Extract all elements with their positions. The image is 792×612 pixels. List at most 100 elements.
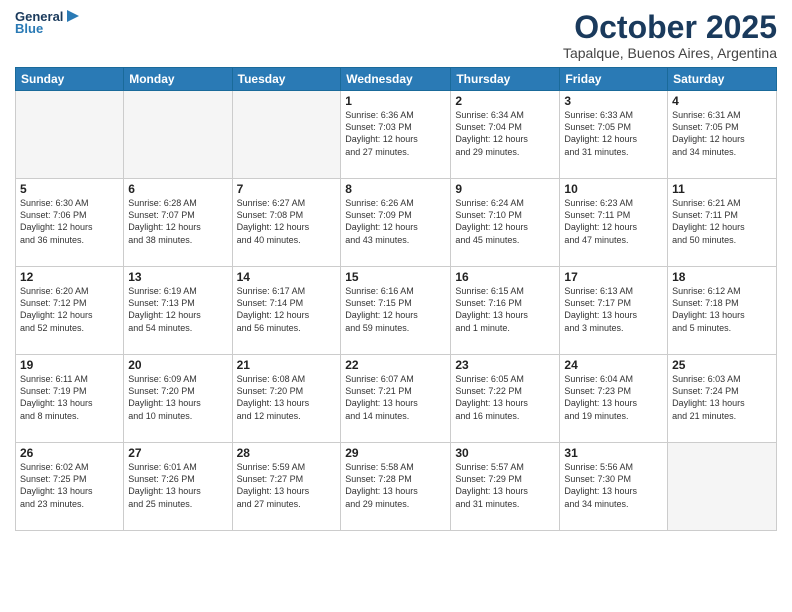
page: General Blue October 2025 Tapalque, Buen…: [0, 0, 792, 612]
cell-w0-d1: [124, 91, 232, 179]
calendar: Sunday Monday Tuesday Wednesday Thursday…: [15, 67, 777, 531]
day-detail: Sunrise: 6:13 AM Sunset: 7:17 PM Dayligh…: [564, 285, 663, 334]
day-number: 8: [345, 182, 446, 196]
day-detail: Sunrise: 6:19 AM Sunset: 7:13 PM Dayligh…: [128, 285, 227, 334]
day-number: 14: [237, 270, 337, 284]
day-number: 3: [564, 94, 663, 108]
day-number: 6: [128, 182, 227, 196]
day-number: 13: [128, 270, 227, 284]
col-saturday: Saturday: [668, 68, 777, 91]
day-detail: Sunrise: 6:12 AM Sunset: 7:18 PM Dayligh…: [672, 285, 772, 334]
cell-w0-d6: 4Sunrise: 6:31 AM Sunset: 7:05 PM Daylig…: [668, 91, 777, 179]
day-detail: Sunrise: 6:09 AM Sunset: 7:20 PM Dayligh…: [128, 373, 227, 422]
cell-w1-d3: 8Sunrise: 6:26 AM Sunset: 7:09 PM Daylig…: [341, 179, 451, 267]
day-number: 4: [672, 94, 772, 108]
cell-w3-d2: 21Sunrise: 6:08 AM Sunset: 7:20 PM Dayli…: [232, 355, 341, 443]
day-detail: Sunrise: 6:26 AM Sunset: 7:09 PM Dayligh…: [345, 197, 446, 246]
day-detail: Sunrise: 6:23 AM Sunset: 7:11 PM Dayligh…: [564, 197, 663, 246]
cell-w3-d4: 23Sunrise: 6:05 AM Sunset: 7:22 PM Dayli…: [451, 355, 560, 443]
day-number: 21: [237, 358, 337, 372]
day-number: 29: [345, 446, 446, 460]
cell-w2-d3: 15Sunrise: 6:16 AM Sunset: 7:15 PM Dayli…: [341, 267, 451, 355]
location: Tapalque, Buenos Aires, Argentina: [563, 45, 777, 61]
week-row-4: 26Sunrise: 6:02 AM Sunset: 7:25 PM Dayli…: [16, 443, 777, 531]
day-detail: Sunrise: 6:34 AM Sunset: 7:04 PM Dayligh…: [455, 109, 555, 158]
day-detail: Sunrise: 6:02 AM Sunset: 7:25 PM Dayligh…: [20, 461, 119, 510]
cell-w3-d1: 20Sunrise: 6:09 AM Sunset: 7:20 PM Dayli…: [124, 355, 232, 443]
day-number: 19: [20, 358, 119, 372]
week-row-1: 5Sunrise: 6:30 AM Sunset: 7:06 PM Daylig…: [16, 179, 777, 267]
day-detail: Sunrise: 5:57 AM Sunset: 7:29 PM Dayligh…: [455, 461, 555, 510]
cell-w0-d0: [16, 91, 124, 179]
day-number: 28: [237, 446, 337, 460]
cell-w2-d2: 14Sunrise: 6:17 AM Sunset: 7:14 PM Dayli…: [232, 267, 341, 355]
day-number: 20: [128, 358, 227, 372]
day-detail: Sunrise: 5:56 AM Sunset: 7:30 PM Dayligh…: [564, 461, 663, 510]
day-number: 18: [672, 270, 772, 284]
col-friday: Friday: [560, 68, 668, 91]
cell-w2-d0: 12Sunrise: 6:20 AM Sunset: 7:12 PM Dayli…: [16, 267, 124, 355]
cell-w2-d6: 18Sunrise: 6:12 AM Sunset: 7:18 PM Dayli…: [668, 267, 777, 355]
cell-w1-d4: 9Sunrise: 6:24 AM Sunset: 7:10 PM Daylig…: [451, 179, 560, 267]
cell-w3-d5: 24Sunrise: 6:04 AM Sunset: 7:23 PM Dayli…: [560, 355, 668, 443]
day-number: 16: [455, 270, 555, 284]
cell-w4-d3: 29Sunrise: 5:58 AM Sunset: 7:28 PM Dayli…: [341, 443, 451, 531]
day-detail: Sunrise: 6:33 AM Sunset: 7:05 PM Dayligh…: [564, 109, 663, 158]
cell-w1-d5: 10Sunrise: 6:23 AM Sunset: 7:11 PM Dayli…: [560, 179, 668, 267]
cell-w0-d3: 1Sunrise: 6:36 AM Sunset: 7:03 PM Daylig…: [341, 91, 451, 179]
cell-w0-d5: 3Sunrise: 6:33 AM Sunset: 7:05 PM Daylig…: [560, 91, 668, 179]
day-detail: Sunrise: 6:24 AM Sunset: 7:10 PM Dayligh…: [455, 197, 555, 246]
day-detail: Sunrise: 5:59 AM Sunset: 7:27 PM Dayligh…: [237, 461, 337, 510]
day-number: 25: [672, 358, 772, 372]
day-number: 23: [455, 358, 555, 372]
cell-w3-d3: 22Sunrise: 6:07 AM Sunset: 7:21 PM Dayli…: [341, 355, 451, 443]
day-number: 2: [455, 94, 555, 108]
col-monday: Monday: [124, 68, 232, 91]
day-number: 17: [564, 270, 663, 284]
day-detail: Sunrise: 6:01 AM Sunset: 7:26 PM Dayligh…: [128, 461, 227, 510]
day-number: 27: [128, 446, 227, 460]
col-wednesday: Wednesday: [341, 68, 451, 91]
title-area: October 2025 Tapalque, Buenos Aires, Arg…: [563, 10, 777, 61]
cell-w0-d4: 2Sunrise: 6:34 AM Sunset: 7:04 PM Daylig…: [451, 91, 560, 179]
calendar-body: 1Sunrise: 6:36 AM Sunset: 7:03 PM Daylig…: [16, 91, 777, 531]
cell-w4-d6: [668, 443, 777, 531]
day-detail: Sunrise: 6:20 AM Sunset: 7:12 PM Dayligh…: [20, 285, 119, 334]
day-detail: Sunrise: 5:58 AM Sunset: 7:28 PM Dayligh…: [345, 461, 446, 510]
day-detail: Sunrise: 6:04 AM Sunset: 7:23 PM Dayligh…: [564, 373, 663, 422]
cell-w2-d5: 17Sunrise: 6:13 AM Sunset: 7:17 PM Dayli…: [560, 267, 668, 355]
col-tuesday: Tuesday: [232, 68, 341, 91]
day-detail: Sunrise: 6:08 AM Sunset: 7:20 PM Dayligh…: [237, 373, 337, 422]
day-number: 30: [455, 446, 555, 460]
cell-w1-d2: 7Sunrise: 6:27 AM Sunset: 7:08 PM Daylig…: [232, 179, 341, 267]
day-detail: Sunrise: 6:31 AM Sunset: 7:05 PM Dayligh…: [672, 109, 772, 158]
header: General Blue October 2025 Tapalque, Buen…: [15, 10, 777, 61]
day-number: 7: [237, 182, 337, 196]
cell-w3-d0: 19Sunrise: 6:11 AM Sunset: 7:19 PM Dayli…: [16, 355, 124, 443]
cell-w4-d1: 27Sunrise: 6:01 AM Sunset: 7:26 PM Dayli…: [124, 443, 232, 531]
day-number: 10: [564, 182, 663, 196]
day-detail: Sunrise: 6:28 AM Sunset: 7:07 PM Dayligh…: [128, 197, 227, 246]
day-number: 9: [455, 182, 555, 196]
day-detail: Sunrise: 6:11 AM Sunset: 7:19 PM Dayligh…: [20, 373, 119, 422]
day-number: 5: [20, 182, 119, 196]
day-detail: Sunrise: 6:05 AM Sunset: 7:22 PM Dayligh…: [455, 373, 555, 422]
day-number: 24: [564, 358, 663, 372]
cell-w2-d4: 16Sunrise: 6:15 AM Sunset: 7:16 PM Dayli…: [451, 267, 560, 355]
day-number: 26: [20, 446, 119, 460]
day-detail: Sunrise: 6:27 AM Sunset: 7:08 PM Dayligh…: [237, 197, 337, 246]
cell-w0-d2: [232, 91, 341, 179]
cell-w1-d6: 11Sunrise: 6:21 AM Sunset: 7:11 PM Dayli…: [668, 179, 777, 267]
day-detail: Sunrise: 6:03 AM Sunset: 7:24 PM Dayligh…: [672, 373, 772, 422]
cell-w4-d2: 28Sunrise: 5:59 AM Sunset: 7:27 PM Dayli…: [232, 443, 341, 531]
day-detail: Sunrise: 6:21 AM Sunset: 7:11 PM Dayligh…: [672, 197, 772, 246]
header-row: Sunday Monday Tuesday Wednesday Thursday…: [16, 68, 777, 91]
day-number: 1: [345, 94, 446, 108]
cell-w4-d4: 30Sunrise: 5:57 AM Sunset: 7:29 PM Dayli…: [451, 443, 560, 531]
col-thursday: Thursday: [451, 68, 560, 91]
cell-w1-d0: 5Sunrise: 6:30 AM Sunset: 7:06 PM Daylig…: [16, 179, 124, 267]
day-number: 11: [672, 182, 772, 196]
day-detail: Sunrise: 6:07 AM Sunset: 7:21 PM Dayligh…: [345, 373, 446, 422]
cell-w1-d1: 6Sunrise: 6:28 AM Sunset: 7:07 PM Daylig…: [124, 179, 232, 267]
day-number: 15: [345, 270, 446, 284]
